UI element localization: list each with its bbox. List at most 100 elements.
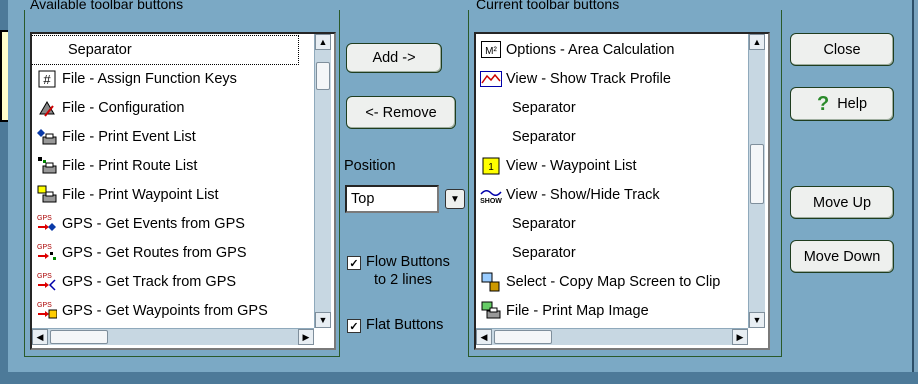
list-item-label: File - Assign Function Keys: [62, 71, 237, 87]
flat-buttons-checkbox[interactable]: ✓: [347, 319, 361, 333]
flat-buttons-label: Flat Buttons: [366, 317, 444, 333]
position-select[interactable]: Top: [345, 185, 439, 213]
scroll-up-arrow-icon[interactable]: ▲: [749, 34, 765, 50]
scroll-right-arrow-icon[interactable]: ▶: [732, 329, 748, 345]
current-horizontal-scrollbar[interactable]: ◀ ▶: [476, 328, 748, 345]
customize-toolbar-dialog: Available toolbar buttons Separator # Fi…: [8, 0, 914, 374]
current-vertical-scrollbar[interactable]: ▲ ▼: [748, 34, 765, 328]
scroll-down-arrow-icon[interactable]: ▼: [315, 312, 331, 328]
list-item-label: Separator: [512, 216, 576, 232]
position-label: Position: [344, 158, 396, 174]
list-item-label: Separator: [512, 129, 576, 145]
list-item[interactable]: GPS GPS - Get Track from GPS: [32, 268, 236, 296]
list-item-label: File - Print Map Image: [506, 303, 649, 319]
svg-text:GPS: GPS: [37, 302, 52, 309]
add-button[interactable]: Add ->: [346, 43, 442, 73]
list-item-label: Separator: [68, 42, 132, 58]
list-item[interactable]: Separator: [476, 94, 576, 122]
list-item-label: View - Show Track Profile: [506, 71, 671, 87]
list-item-label: GPS - Get Events from GPS: [62, 216, 245, 232]
list-item[interactable]: 1 View - Waypoint List: [476, 152, 637, 180]
gps-events-icon: GPS: [36, 214, 58, 234]
list-item[interactable]: Separator: [476, 239, 576, 267]
hash-icon: #: [36, 69, 58, 89]
scroll-thumb[interactable]: [316, 62, 330, 90]
print-map-icon: [480, 301, 502, 321]
list-item[interactable]: File - Print Route List: [32, 152, 197, 180]
gps-track-icon: GPS: [36, 272, 58, 292]
chevron-down-icon[interactable]: ▼: [445, 189, 465, 209]
list-item[interactable]: Separator: [476, 210, 576, 238]
scroll-thumb[interactable]: [494, 330, 552, 344]
list-item[interactable]: M² Options - Area Calculation: [476, 36, 674, 64]
scroll-left-arrow-icon[interactable]: ◀: [32, 329, 48, 345]
list-item-label: GPS - Get Track from GPS: [62, 274, 237, 290]
list-item-label: View - Waypoint List: [506, 158, 637, 174]
available-buttons-list[interactable]: Separator # File - Assign Function Keys …: [30, 32, 336, 350]
list-item-label: Select - Copy Map Screen to Clip: [506, 274, 721, 290]
svg-text:M²: M²: [485, 46, 497, 57]
list-item[interactable]: View - Show Track Profile: [476, 65, 671, 93]
track-profile-icon: [480, 69, 502, 89]
scroll-left-arrow-icon[interactable]: ◀: [476, 329, 492, 345]
help-icon: ?: [816, 92, 830, 115]
list-item-label: Separator: [512, 245, 576, 261]
current-buttons-list[interactable]: M² Options - Area Calculation View - Sho…: [474, 32, 770, 350]
flow-buttons-label: Flow Buttons: [366, 254, 450, 270]
svg-text:1: 1: [488, 162, 494, 173]
print-waypoint-icon: [36, 185, 58, 205]
list-item[interactable]: Separator: [476, 123, 576, 151]
scroll-thumb[interactable]: [50, 330, 108, 344]
scroll-thumb[interactable]: [750, 144, 764, 204]
waypoint-list-icon: 1: [480, 156, 502, 176]
list-item[interactable]: Separator: [32, 35, 299, 65]
available-horizontal-scrollbar[interactable]: ◀ ▶: [32, 328, 314, 345]
svg-text:GPS: GPS: [37, 215, 52, 222]
print-route-icon: [36, 156, 58, 176]
flow-buttons-label-line2: to 2 lines: [374, 272, 433, 288]
available-vertical-scrollbar[interactable]: ▲ ▼: [314, 34, 331, 328]
list-item-label: GPS - Get Waypoints from GPS: [62, 303, 268, 319]
close-button[interactable]: Close: [790, 33, 894, 66]
copy-map-icon: [480, 272, 502, 292]
list-item-label: Options - Area Calculation: [506, 42, 675, 58]
list-item[interactable]: File - Configuration: [32, 94, 185, 122]
help-button-label: Help: [837, 96, 868, 112]
svg-text:#: #: [43, 72, 51, 87]
gps-routes-icon: GPS: [36, 243, 58, 263]
list-item[interactable]: File - Print Map Image: [476, 297, 649, 325]
list-item-label: View - Show/Hide Track: [506, 187, 660, 203]
print-event-icon: [36, 127, 58, 147]
show-track-icon: SHOW: [480, 185, 502, 205]
svg-text:GPS: GPS: [37, 273, 52, 280]
list-item-label: File - Print Event List: [62, 129, 196, 145]
list-item[interactable]: # File - Assign Function Keys: [32, 65, 237, 93]
svg-text:SHOW: SHOW: [480, 198, 502, 204]
list-item[interactable]: GPS GPS - Get Routes from GPS: [32, 239, 247, 267]
configuration-icon: [36, 98, 58, 118]
bottom-border: [0, 372, 918, 384]
position-value: Top: [351, 191, 375, 207]
list-item-label: File - Print Waypoint List: [62, 187, 219, 203]
scroll-right-arrow-icon[interactable]: ▶: [298, 329, 314, 345]
list-item[interactable]: SHOW View - Show/Hide Track: [476, 181, 660, 209]
list-item-label: File - Print Route List: [62, 158, 198, 174]
list-item-label: File - Configuration: [62, 100, 185, 116]
flow-buttons-checkbox[interactable]: ✓: [347, 256, 361, 270]
area-calc-icon: M²: [480, 40, 502, 60]
help-button[interactable]: ? Help: [790, 87, 894, 121]
list-item-label: GPS - Get Routes from GPS: [62, 245, 247, 261]
move-up-button[interactable]: Move Up: [790, 186, 894, 219]
list-item[interactable]: File - Print Event List: [32, 123, 196, 151]
move-down-button[interactable]: Move Down: [790, 240, 894, 273]
scroll-up-arrow-icon[interactable]: ▲: [315, 34, 331, 50]
list-item[interactable]: GPS GPS - Get Waypoints from GPS: [32, 297, 268, 325]
gps-waypoints-icon: GPS: [36, 301, 58, 321]
svg-text:GPS: GPS: [37, 244, 52, 251]
list-item[interactable]: Select - Copy Map Screen to Clip: [476, 268, 720, 296]
list-item[interactable]: File - Print Waypoint List: [32, 181, 219, 209]
list-item[interactable]: GPS GPS - Get Events from GPS: [32, 210, 245, 238]
remove-button[interactable]: <- Remove: [346, 96, 456, 129]
scroll-down-arrow-icon[interactable]: ▼: [749, 312, 765, 328]
list-item-label: Separator: [512, 100, 576, 116]
